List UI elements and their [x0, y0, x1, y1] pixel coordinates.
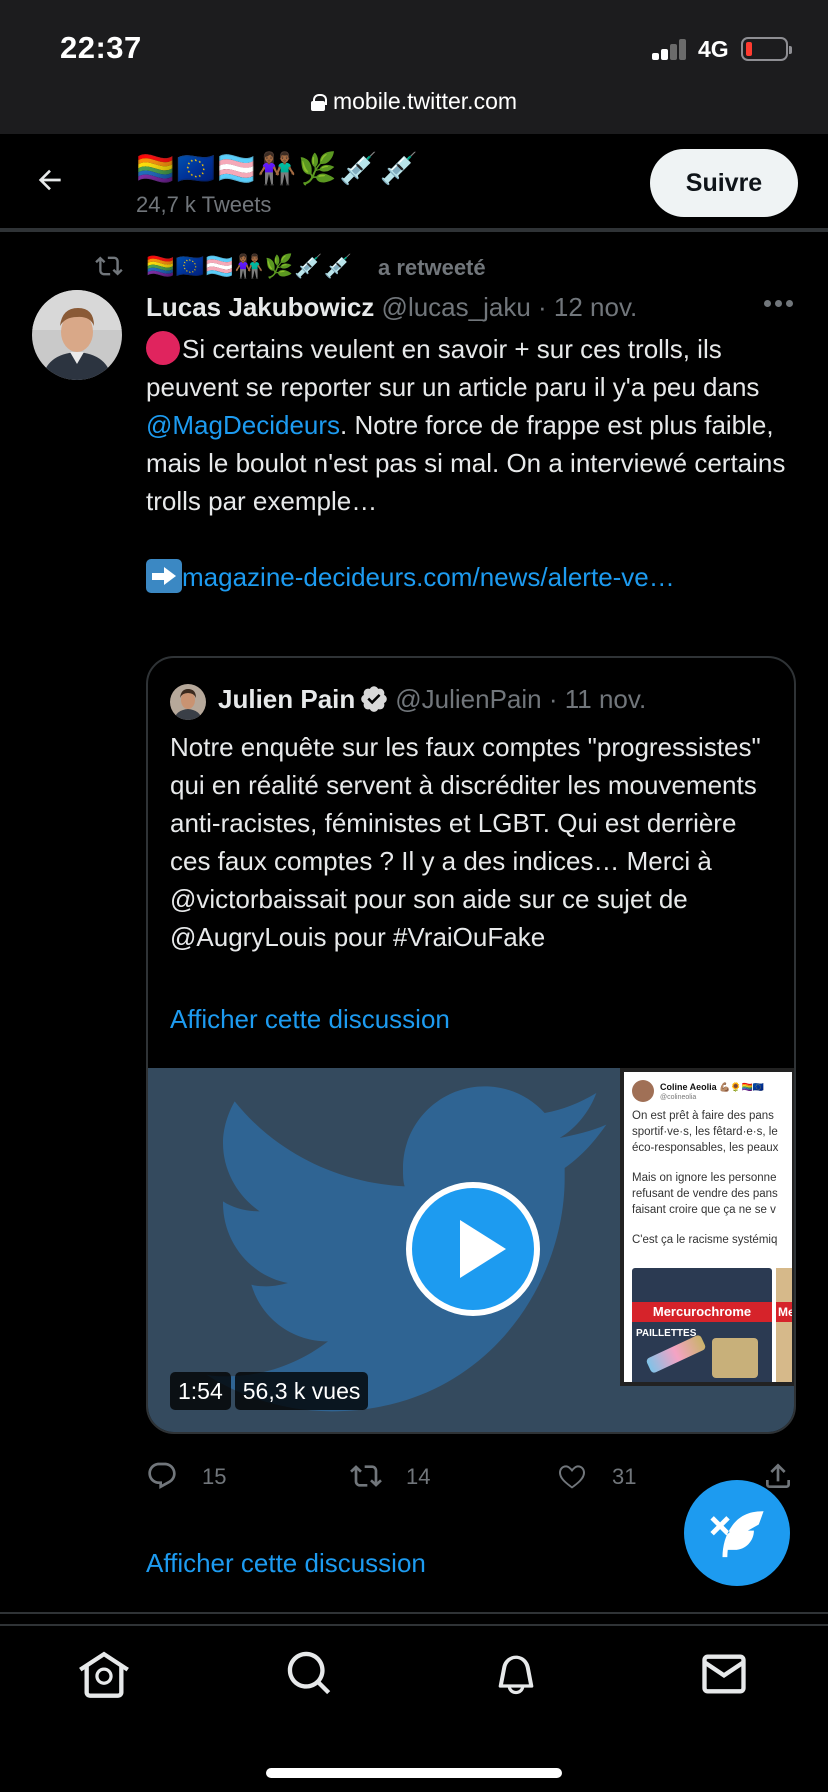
url-bar[interactable]: mobile.twitter.com: [0, 88, 828, 115]
bandage-box-image: Mercurochrome PAILLETTES: [632, 1268, 772, 1382]
show-thread-link[interactable]: Afficher cette discussion: [146, 1548, 426, 1579]
verified-badge-icon: [361, 686, 388, 712]
more-options-icon[interactable]: [764, 300, 794, 310]
tweet-divider: [0, 1612, 828, 1614]
status-and-url-bar: 22:37 4G mobile.twitter.com: [0, 0, 828, 134]
bandage-brand: Mercurochrome: [632, 1302, 772, 1322]
red-circle-emoji-icon: [146, 331, 180, 365]
search-icon: [287, 1651, 331, 1695]
retweet-icon: [350, 1465, 382, 1487]
thumb-avatar: [632, 1080, 654, 1102]
video-stats: 1:54 56,3 k vues: [170, 1372, 372, 1410]
nav-home[interactable]: [78, 1648, 130, 1700]
status-time: 22:37: [60, 30, 142, 65]
nav-notifications[interactable]: [490, 1648, 542, 1700]
tweet-author: Lucas Jakubowicz @lucas_jaku · 12 nov.: [146, 292, 637, 323]
url-text: mobile.twitter.com: [332, 88, 518, 114]
tweet-text-part1: Si certains veulent en savoir + sur ces …: [146, 334, 760, 402]
back-arrow-icon[interactable]: [34, 164, 66, 196]
retweeted-label: a retweeté: [378, 255, 486, 280]
author-handle: @lucas_jaku · 12 nov.: [381, 292, 638, 322]
video-views: 56,3 k vues: [234, 1372, 369, 1410]
heart-icon: [559, 1465, 585, 1489]
video-thumbnail-screenshot: Coline Aeolia 💪🏽🌻🏳️‍🌈🇪🇺 @colineolia On e…: [620, 1068, 794, 1386]
author-avatar[interactable]: [32, 290, 122, 380]
reply-count: 15: [202, 1464, 227, 1489]
video-duration: 1:54: [170, 1372, 231, 1410]
quoted-tweet[interactable]: Julien Pain @JulienPain · 11 nov. Notre e…: [146, 656, 796, 1434]
thumb-text-line: sportif·ve·s, les fêtard·e·s, le: [632, 1126, 778, 1138]
thumb-author-handle: @colineolia: [660, 1094, 697, 1101]
follow-button[interactable]: Suivre: [650, 149, 798, 217]
header-divider: [0, 228, 828, 232]
home-icon: [79, 1651, 129, 1698]
bell-icon: [498, 1655, 534, 1695]
quote-author: Julien Pain @JulienPain · 11 nov.: [218, 684, 646, 715]
like-count: 31: [612, 1464, 637, 1489]
quote-author-name: Julien Pain: [218, 684, 356, 714]
tweet-text: Si certains veulent en savoir + sur ces …: [146, 330, 786, 596]
share-icon: [766, 1463, 790, 1488]
nav-messages[interactable]: [698, 1648, 750, 1700]
thumb-text-line: éco-responsables, les peaux: [632, 1142, 779, 1154]
bandage-label: PAILLETTES: [636, 1328, 697, 1339]
profile-header: 🏳️‍🌈🇪🇺🏳️‍⚧️👫🏾🌿💉💉 24,7 k Tweets Suivre: [0, 134, 828, 230]
retweeter-name[interactable]: 🏳️‍🌈🇪🇺🏳️‍⚧️👫🏾🌿💉💉: [146, 253, 353, 280]
play-button-icon[interactable]: [406, 1182, 540, 1316]
author-name[interactable]: Lucas Jakubowicz: [146, 292, 374, 322]
retweet-count: 14: [406, 1464, 431, 1489]
mention-link[interactable]: @MagDecideurs: [146, 410, 340, 440]
thumb-text-line: Mais on ignore les personne: [632, 1172, 777, 1184]
thumb-author-name: Coline Aeolia 💪🏽🌻🏳️‍🌈🇪🇺: [660, 1082, 765, 1092]
reply-icon: [148, 1462, 176, 1489]
lock-icon: [310, 94, 327, 111]
thumb-text-line: On est prêt à faire des pans: [632, 1110, 774, 1122]
retweet-small-icon: [95, 256, 123, 276]
quote-author-avatar: [170, 684, 206, 720]
compose-feather-icon: [710, 1511, 764, 1558]
right-arrow-emoji-icon: [146, 559, 182, 593]
quote-author-handle: @JulienPain · 11 nov.: [395, 684, 647, 714]
quote-text: Notre enquête sur les faux comptes "prog…: [170, 732, 761, 952]
thumb-text-line: refusant de vendre des pans: [632, 1188, 778, 1200]
thumb-text-line: faisant croire que ça ne se v: [632, 1204, 776, 1216]
signal-icon: [652, 38, 690, 60]
battery-icon: [741, 37, 792, 61]
tweet-count: 24,7 k Tweets: [136, 192, 272, 217]
article-link[interactable]: magazine-decideurs.com/news/alerte-ve…: [182, 562, 675, 592]
nav-search[interactable]: [284, 1648, 336, 1700]
bottom-navigation: [0, 1624, 828, 1792]
home-indicator: [266, 1768, 562, 1778]
compose-tweet-button[interactable]: [684, 1480, 790, 1586]
bandage-box-image-2: Mer: [776, 1268, 792, 1382]
thumb-text-line: C'est ça le racisme systémiq: [632, 1234, 778, 1246]
network-type: 4G: [698, 36, 729, 62]
bandage-brand-2: Mer: [776, 1302, 792, 1322]
video-player[interactable]: Coline Aeolia 💪🏽🌻🏳️‍🌈🇪🇺 @colineolia On e…: [148, 1068, 794, 1432]
profile-name: 🏳️‍🌈🇪🇺🏳️‍⚧️👫🏾🌿💉💉: [136, 151, 421, 186]
retweet-context: 🏳️‍🌈🇪🇺🏳️‍⚧️👫🏾🌿💉💉 a retweeté: [0, 252, 828, 282]
quote-show-thread-link[interactable]: Afficher cette discussion: [170, 1004, 450, 1035]
mail-icon: [702, 1654, 746, 1694]
